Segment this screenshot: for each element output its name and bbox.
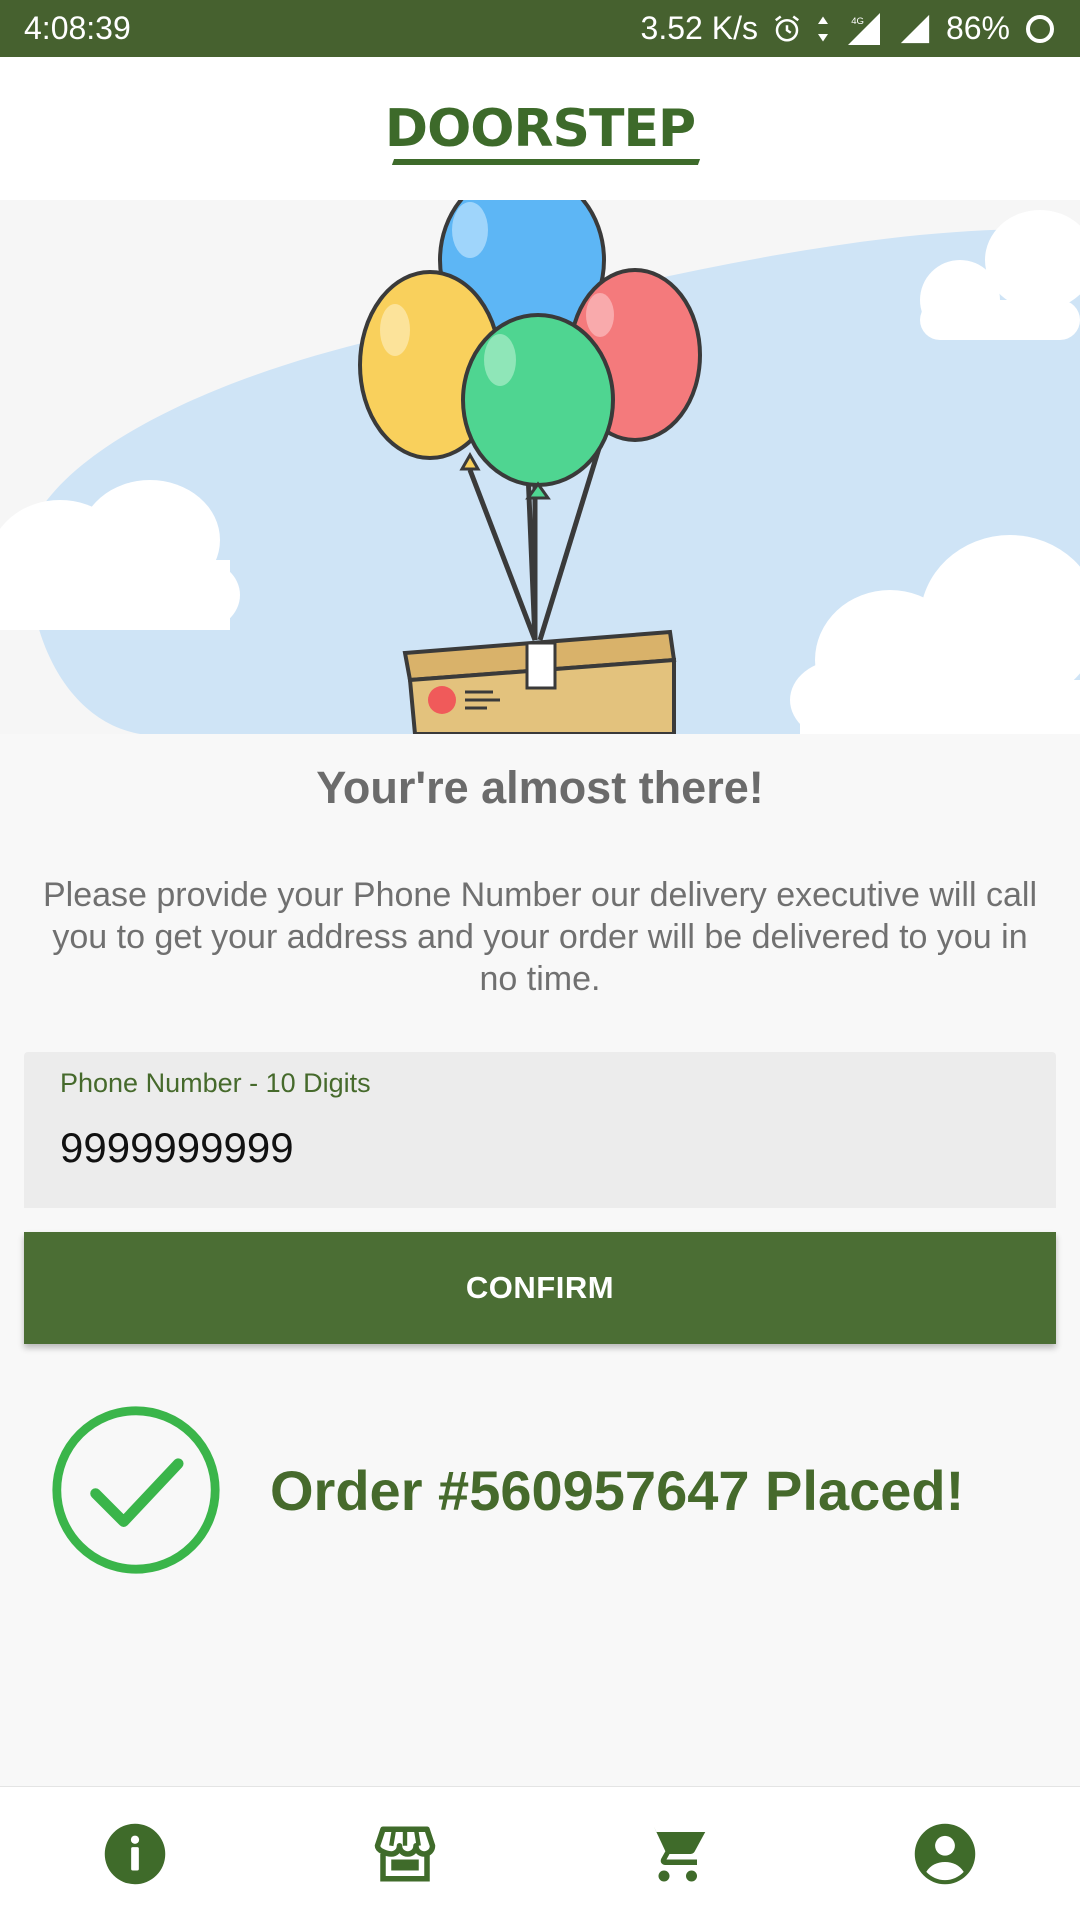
phone-field[interactable]: Phone Number - 10 Digits	[24, 1052, 1056, 1208]
confirm-button[interactable]: CONFIRM	[24, 1232, 1056, 1344]
account-icon	[914, 1823, 976, 1884]
battery-ring-icon	[1026, 14, 1054, 43]
phone-field-label: Phone Number - 10 Digits	[60, 1068, 371, 1098]
signal-4g-icon: 4G	[847, 12, 880, 45]
logo-text: DOORSTEP	[384, 98, 696, 159]
balloons-illustration	[0, 200, 1080, 734]
doorstep-logo: DOORSTEP	[384, 98, 701, 165]
app-bar: DOORSTEP	[0, 57, 1080, 200]
bottom-navigation	[0, 1786, 1080, 1920]
network-speed: 3.52 K/s	[640, 10, 758, 46]
order-placed-banner: Order #560957647 Placed!	[48, 1400, 1048, 1580]
hero-illustration	[0, 200, 1080, 734]
instructions-text: Please provide your Phone Number our del…	[42, 876, 1038, 998]
data-arrows-icon	[817, 16, 828, 41]
phone-input[interactable]	[60, 1120, 1020, 1176]
store-icon	[374, 1826, 436, 1881]
logo-underline	[391, 158, 701, 165]
status-right: 3.52 K/s 4G 86%	[641, 10, 1056, 47]
nav-account[interactable]	[855, 1799, 1035, 1909]
cart-icon	[644, 1826, 706, 1881]
nav-info[interactable]	[45, 1799, 225, 1909]
cloud-left	[0, 480, 240, 630]
page-heading: Your're almost there!	[316, 762, 764, 813]
info-icon	[104, 1823, 166, 1884]
nav-cart[interactable]	[585, 1799, 765, 1909]
check-circle-icon	[52, 1406, 220, 1574]
network-type: 4G	[851, 16, 864, 27]
status-time: 4:08:39	[24, 10, 131, 46]
order-status-text: Order #560957647 Placed!	[270, 1458, 965, 1522]
battery-percent: 86%	[945, 10, 1010, 46]
cloud-top-right	[920, 210, 1080, 340]
signal-icon	[900, 14, 930, 43]
alarm-icon	[774, 15, 799, 41]
status-bar: 4:08:39 3.52 K/s 4G 86%	[0, 0, 1080, 57]
nav-store[interactable]	[315, 1799, 495, 1909]
